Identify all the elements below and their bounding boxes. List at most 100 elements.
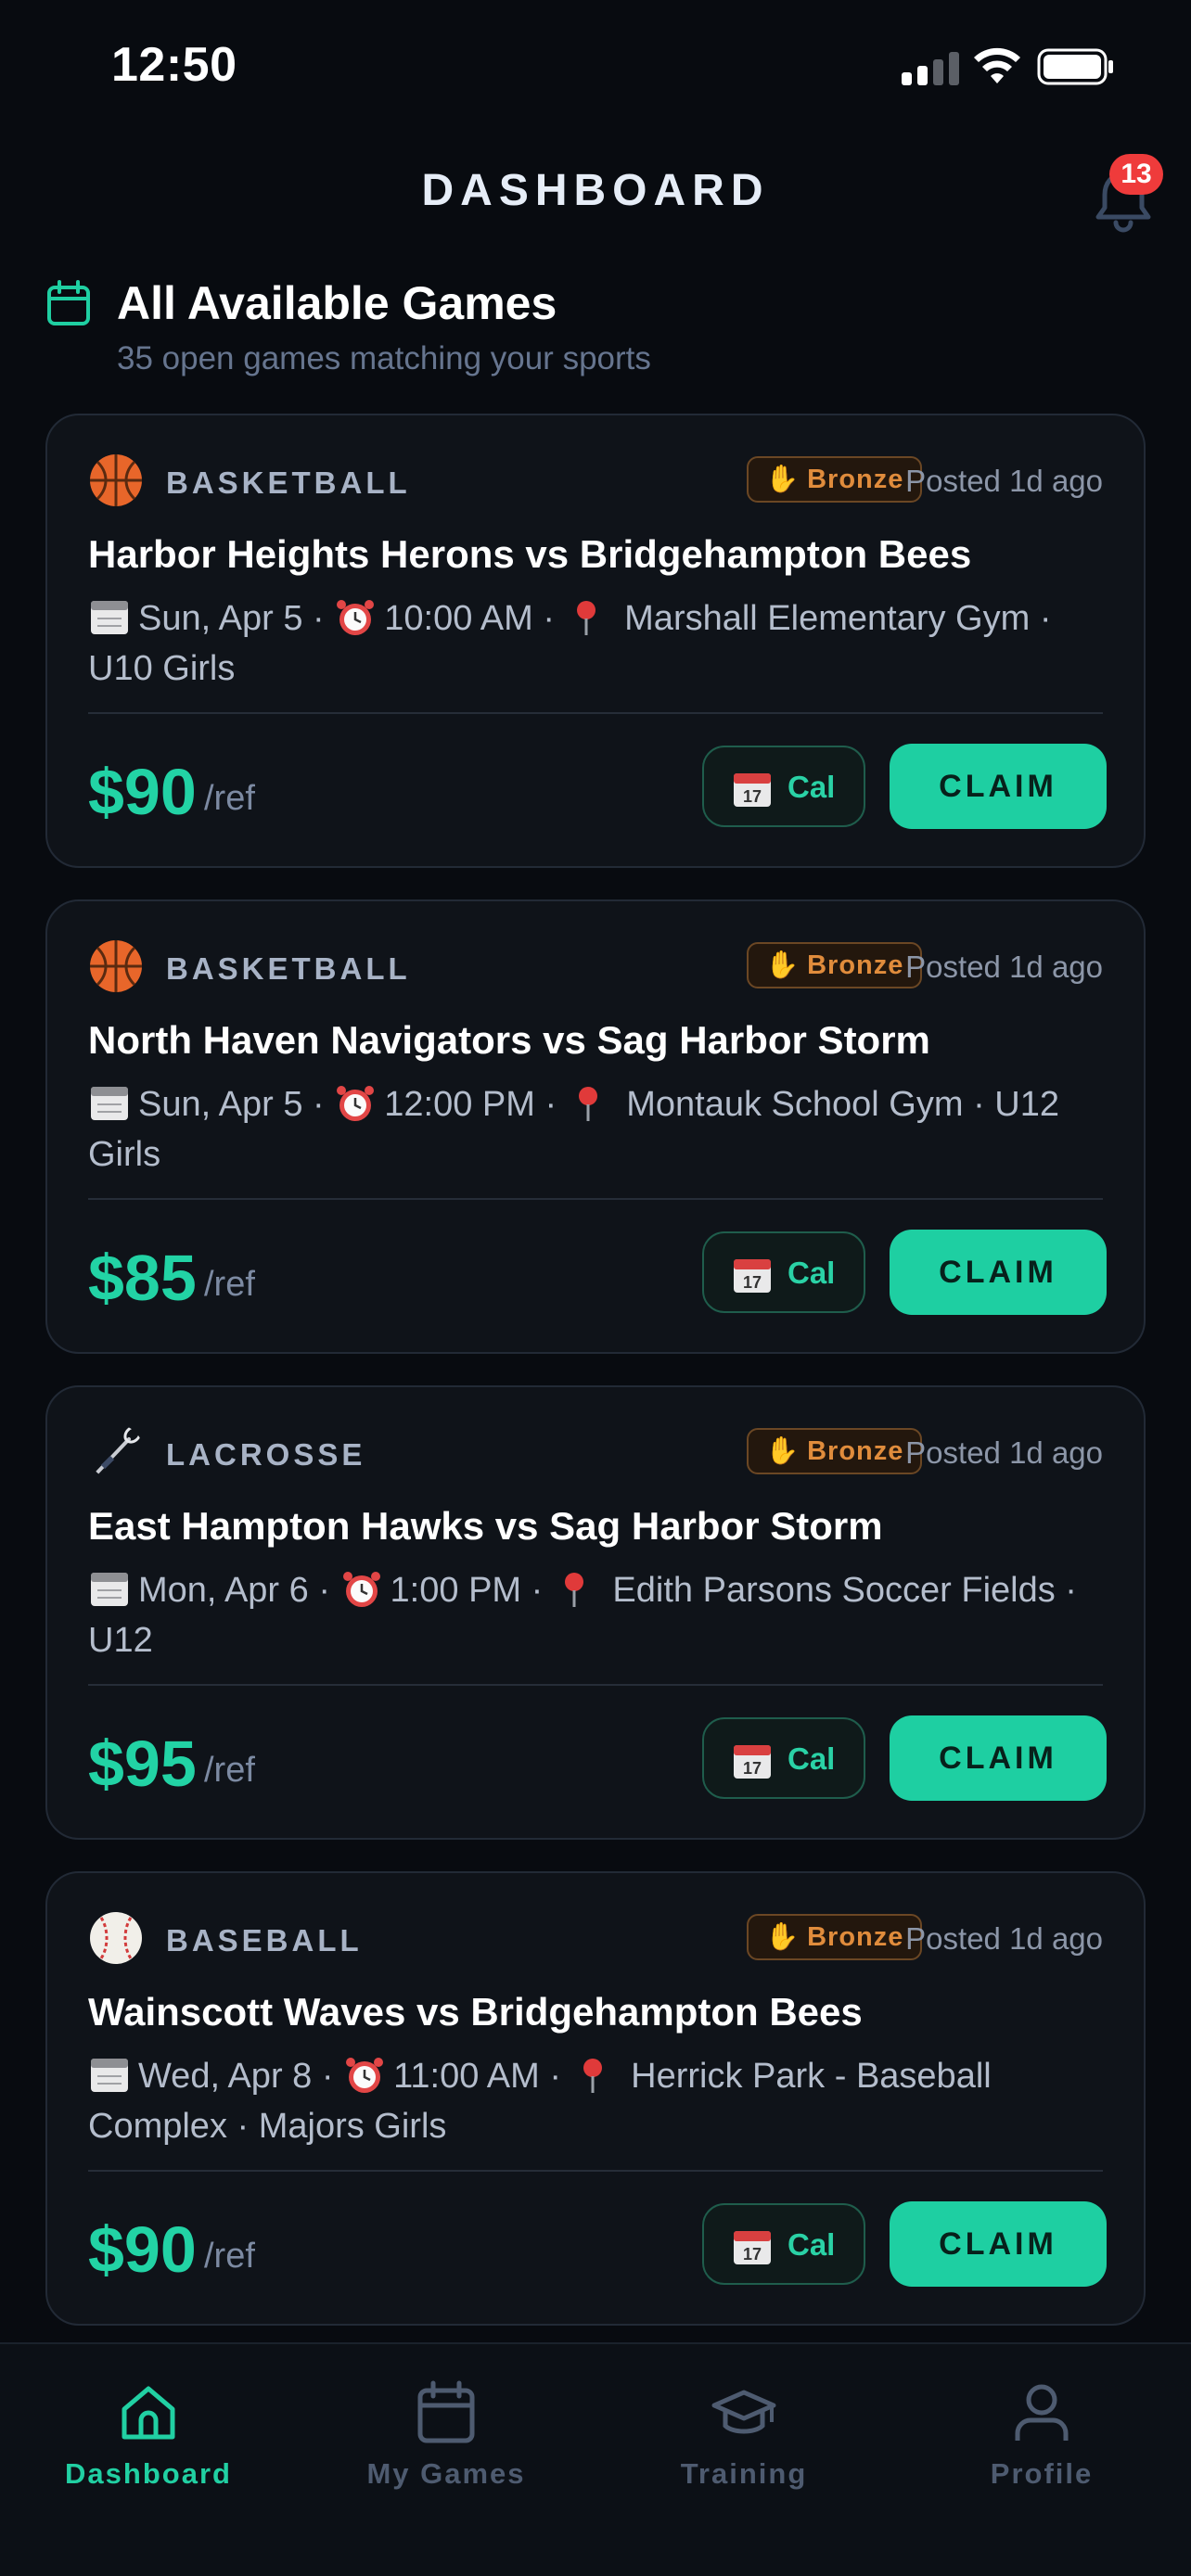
calendar-emoji-icon [91,1573,128,1606]
game-date: Mon, Apr 6 [138,1571,309,1610]
tier-label: Bronze [807,465,904,494]
game-division: Majors Girls [258,2107,447,2146]
paw-icon: ✋ [765,1436,800,1466]
claim-button[interactable]: CLAIM [890,1230,1107,1315]
card-divider [88,712,1103,714]
tier-badge: ✋ Bronze [747,942,923,988]
alarm-clock-icon [342,1572,380,1607]
tier-badge: ✋ Bronze [747,1914,923,1960]
alarm-clock-icon [346,2058,384,2093]
claim-button[interactable]: CLAIM [890,2201,1107,2287]
nav-my-games[interactable]: My Games [335,2366,557,2496]
location-pin-icon [583,2059,602,2093]
game-division: U12 [88,1621,153,1660]
calendar-emoji-icon [91,1087,128,1120]
add-to-calendar-button[interactable]: 17 Cal [702,746,865,827]
baseball-icon [90,1912,142,1964]
sport-label: BASKETBALL [166,465,411,500]
game-division: U10 Girls [88,649,236,688]
status-bar: 12:50 [0,0,1191,139]
price-unit: /ref [204,1751,255,1790]
game-details: Sun, Apr 5 · 12:00 PM · Montauk School G… [88,1085,1060,1174]
cal-label: Cal [788,2227,836,2262]
location-pin-icon [576,601,596,635]
add-to-calendar-button[interactable]: 17 Cal [702,1231,865,1313]
game-card[interactable]: BASEBALL ✋ Bronze Posted 1d ago Wainscott Wa… [45,1871,1146,2326]
calendar-emoji-icon [91,601,128,634]
svg-text:17: 17 [743,2245,762,2264]
game-card[interactable]: BASKETBALL ✋ Bronze Posted 1d ago North Have… [45,899,1146,1354]
cellular-signal-icon [902,52,959,85]
alarm-clock-icon [337,600,375,635]
calendar-icon [417,2380,475,2443]
game-time: 1:00 PM [390,1571,522,1610]
section-title: All Available Games [117,277,557,329]
calendar-icon: 17 [734,1745,771,1779]
card-divider [88,1198,1103,1200]
game-location: Edith Parsons Soccer Fields [612,1571,1056,1610]
battery-icon [1037,48,1113,85]
location-pin-icon [564,1573,583,1607]
price-unit: /ref [204,1265,255,1304]
svg-text:17: 17 [743,1273,762,1292]
sport-label: BASEBALL [166,1923,363,1958]
tier-label: Bronze [807,1436,904,1466]
posted-time: Posted 1d ago [905,950,1103,984]
add-to-calendar-button[interactable]: 17 Cal [702,1717,865,1799]
section-subtitle: 35 open games matching your sports [117,340,651,376]
dashboard-screen: 12:50 DASHBOARD 13 All Available Games 3… [0,0,1191,2576]
calendar-emoji-icon [91,2059,128,2092]
location-pin-icon [578,1087,597,1121]
card-header: BASKETBALL ✋ Bronze Posted 1d ago [88,938,1103,994]
game-card[interactable]: LACROSSE ✋ Bronze Posted 1d ago East Hampton… [45,1385,1146,1840]
price-unit: /ref [204,779,255,818]
game-time: 10:00 AM [384,599,533,638]
notification-count-badge: 13 [1109,154,1163,195]
nav-dashboard[interactable]: Dashboard [37,2366,260,2496]
nav-label: Training [680,2457,808,2490]
game-location: Marshall Elementary Gym [624,599,1031,638]
card-header: BASKETBALL ✋ Bronze Posted 1d ago [88,453,1103,508]
game-time: 12:00 PM [384,1085,535,1124]
bottom-navigation: Dashboard My Games Training Profile [0,2342,1191,2576]
basketball-icon [90,940,142,992]
game-price: $95 [88,1728,197,1800]
nav-training[interactable]: Training [633,2366,855,2496]
user-icon [1015,2384,1069,2441]
calendar-icon: 17 [734,773,771,807]
game-price: $85 [88,1242,197,1314]
matchup-title: Wainscott Waves vs Bridgehampton Bees [88,1990,863,2034]
tier-label: Bronze [807,950,904,980]
game-details: Wed, Apr 8 · 11:00 AM · Herrick Park - B… [88,2057,992,2146]
alarm-clock-icon [337,1086,375,1121]
card-header: BASEBALL ✋ Bronze Posted 1d ago [88,1910,1103,1966]
nav-label: Profile [990,2457,1094,2490]
svg-text:17: 17 [743,787,762,806]
game-details: Sun, Apr 5 · 10:00 AM · Marshall Element… [88,599,1052,688]
paw-icon: ✋ [765,465,800,494]
nav-profile[interactable]: Profile [930,2366,1153,2496]
game-date: Sun, Apr 5 [138,1085,303,1124]
posted-time: Posted 1d ago [905,1435,1103,1470]
game-date: Wed, Apr 8 [138,2057,313,2096]
graduation-cap-icon [711,2390,776,2434]
tier-badge: ✋ Bronze [747,1428,923,1474]
add-to-calendar-button[interactable]: 17 Cal [702,2203,865,2285]
svg-text:17: 17 [743,1759,762,1778]
game-date: Sun, Apr 5 [138,599,303,638]
matchup-title: North Haven Navigators vs Sag Harbor Sto… [88,1018,930,1062]
page-title: DASHBOARD [421,166,770,215]
claim-button[interactable]: CLAIM [890,744,1107,829]
price-unit: /ref [204,2237,255,2276]
posted-time: Posted 1d ago [905,464,1103,498]
nav-label: My Games [366,2457,526,2490]
calendar-icon [47,280,90,325]
notifications-button[interactable]: 13 [1087,154,1171,233]
game-price: $90 [88,2213,197,2286]
game-card[interactable]: BASKETBALL ✋ Bronze Posted 1d ago Harbor Hei… [45,414,1146,868]
status-time: 12:50 [111,38,237,92]
claim-button[interactable]: CLAIM [890,1715,1107,1801]
sport-label: BASKETBALL [166,951,411,986]
wifi-icon [974,47,1020,83]
posted-time: Posted 1d ago [905,1921,1103,1956]
